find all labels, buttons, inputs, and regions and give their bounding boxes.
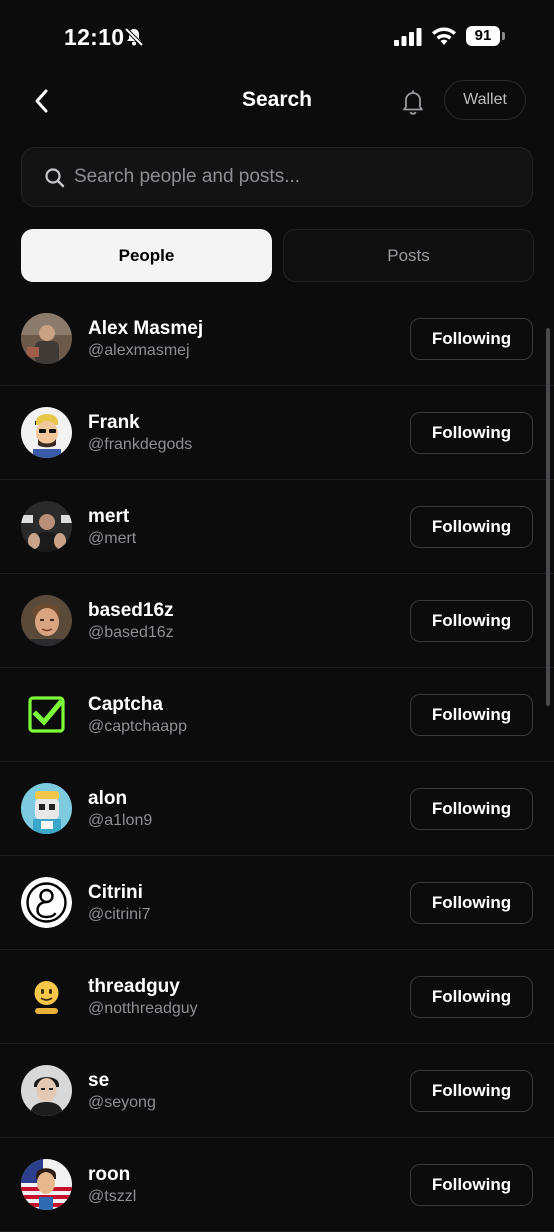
wallet-button[interactable]: Wallet: [444, 80, 526, 120]
notifications-button[interactable]: [400, 88, 426, 121]
bell-icon: [403, 90, 423, 115]
user-handle: @a1lon9: [88, 812, 153, 829]
avatar[interactable]: [21, 313, 72, 364]
user-handle: @frankdegods: [88, 436, 193, 453]
user-handle: @based16z: [88, 624, 174, 641]
user-name: Alex Masmej: [88, 318, 204, 339]
user-name: Frank: [88, 412, 140, 433]
following-button[interactable]: Following: [410, 506, 533, 548]
user-name: Captcha: [88, 694, 163, 715]
people-list: Alex Masmej @alexmasmej Following Frank …: [0, 292, 554, 1232]
user-handle: @notthreadguy: [88, 1000, 198, 1017]
user-name: mert: [88, 506, 130, 527]
tab-people[interactable]: People: [21, 229, 272, 282]
user-name: se: [88, 1070, 110, 1091]
user-name: Citrini: [88, 882, 143, 903]
bell-off-icon: [123, 26, 145, 53]
list-item[interactable]: based16z @based16z Following: [0, 574, 554, 668]
list-item[interactable]: mert @mert Following: [0, 480, 554, 574]
user-handle: @mert: [88, 530, 137, 547]
following-button[interactable]: Following: [410, 694, 533, 736]
list-item[interactable]: threadguy @notthreadguy Following: [0, 950, 554, 1044]
avatar[interactable]: [21, 1159, 72, 1210]
following-button[interactable]: Following: [410, 976, 533, 1018]
avatar[interactable]: [21, 501, 72, 552]
list-item[interactable]: alon @a1lon9 Following: [0, 762, 554, 856]
search-input[interactable]: [74, 148, 514, 206]
status-bar: 12:10 91: [0, 0, 554, 70]
user-handle: @alexmasmej: [88, 342, 190, 359]
battery-level: 91: [466, 26, 500, 46]
following-button[interactable]: Following: [410, 788, 533, 830]
avatar[interactable]: [21, 407, 72, 458]
list-item[interactable]: Frank @frankdegods Following: [0, 386, 554, 480]
user-handle: @captchaapp: [88, 718, 187, 735]
list-item[interactable]: Captcha @captchaapp Following: [0, 668, 554, 762]
list-item[interactable]: roon @tszzl Following: [0, 1138, 554, 1232]
following-button[interactable]: Following: [410, 412, 533, 454]
following-button[interactable]: Following: [410, 318, 533, 360]
list-item[interactable]: se @seyong Following: [0, 1044, 554, 1138]
scrollbar[interactable]: [546, 328, 550, 706]
citrini-logo[interactable]: [21, 877, 72, 928]
tab-posts[interactable]: Posts: [283, 229, 534, 282]
following-button[interactable]: Following: [410, 1070, 533, 1112]
user-name: roon: [88, 1164, 131, 1185]
user-name: based16z: [88, 600, 174, 621]
user-handle: @tszzl: [88, 1188, 137, 1205]
battery-icon: [502, 32, 505, 40]
avatar[interactable]: [21, 783, 72, 834]
list-item[interactable]: Citrini @citrini7 Following: [0, 856, 554, 950]
status-time: 12:10: [64, 24, 125, 50]
search-bar: [21, 147, 533, 207]
user-name: alon: [88, 788, 128, 809]
list-item[interactable]: Alex Masmej @alexmasmej Following: [0, 292, 554, 386]
user-handle: @citrini7: [88, 906, 151, 923]
user-handle: @seyong: [88, 1094, 156, 1111]
avatar[interactable]: [21, 595, 72, 646]
wifi-icon: [431, 26, 457, 51]
signal-icon: [394, 28, 422, 51]
user-name: threadguy: [88, 976, 180, 997]
avatar[interactable]: [21, 971, 72, 1022]
captcha-logo[interactable]: [21, 689, 72, 740]
search-icon: [45, 168, 65, 188]
following-button[interactable]: Following: [410, 882, 533, 924]
avatar[interactable]: [21, 1065, 72, 1116]
following-button[interactable]: Following: [410, 600, 533, 642]
